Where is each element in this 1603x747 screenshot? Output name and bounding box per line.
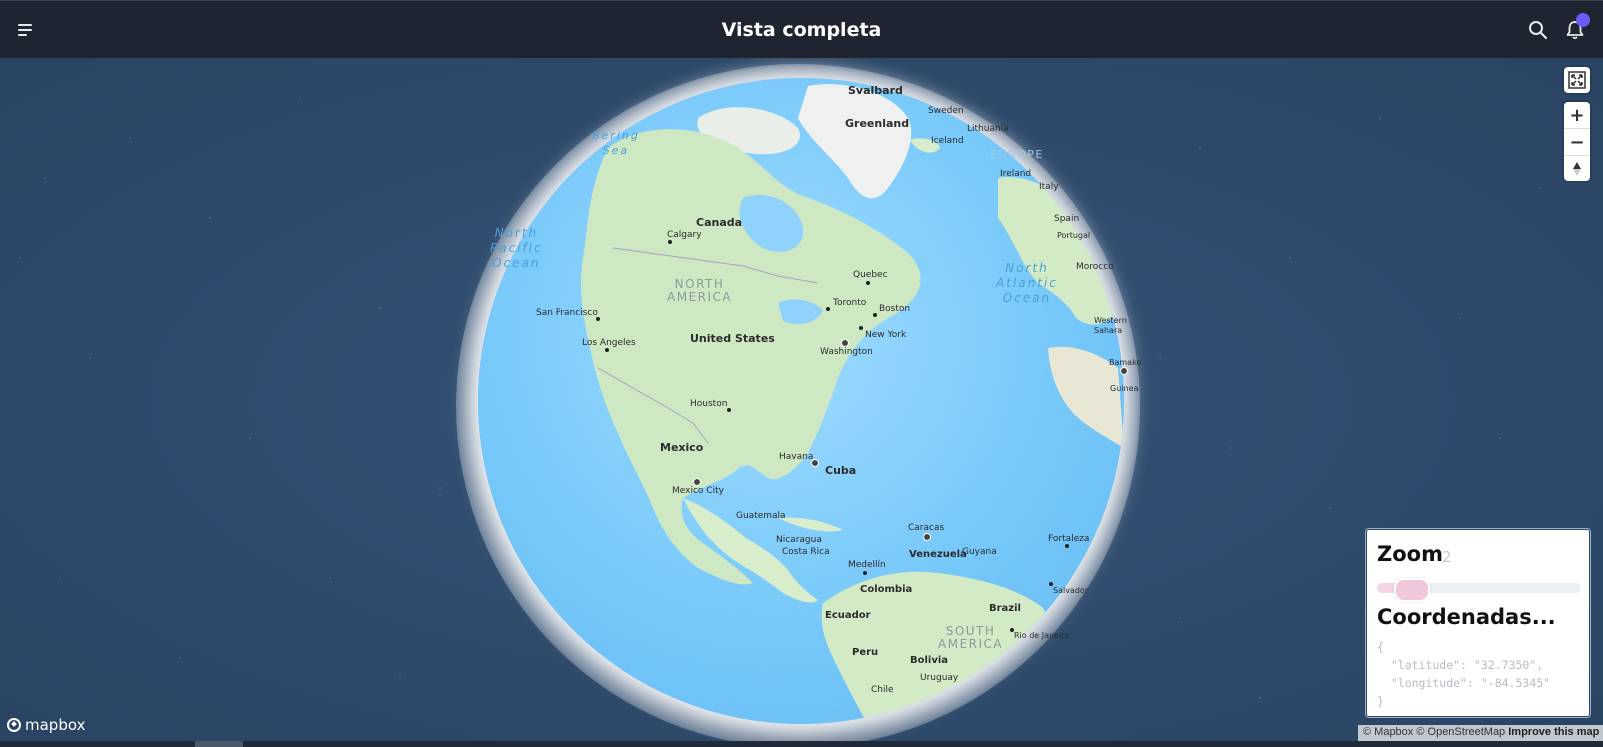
label-western-sahara: Western Sahara (1094, 316, 1127, 335)
mapbox-logo-icon (7, 718, 21, 732)
label-bering-sea: Bering Sea (592, 129, 640, 157)
label-mexico: Mexico (660, 441, 704, 454)
label-north-pacific-ocean: North Pacific Ocean (490, 226, 543, 270)
capital-dot (923, 533, 931, 541)
label-new-york: New York (865, 330, 907, 340)
search-icon[interactable] (1528, 20, 1548, 40)
label-spain: Spain (1054, 214, 1080, 224)
city-dot (866, 281, 870, 285)
label-north-atlantic-ocean: North Atlantic Ocean (996, 261, 1058, 305)
label-costa-rica: Costa Rica (782, 547, 830, 557)
label-mexico-city: Mexico City (672, 486, 724, 496)
mapbox-attribution-link[interactable]: © Mapbox (1363, 726, 1413, 738)
label-south-america: SOUTH AMERICA (938, 624, 1004, 651)
compass-button[interactable] (1564, 156, 1590, 182)
label-los-angeles: Los Angeles (582, 338, 636, 348)
zoom-in-button[interactable]: + (1564, 102, 1590, 128)
capital-dot (693, 478, 701, 486)
mapbox-logo[interactable]: mapbox (7, 716, 85, 734)
compass-icon (1573, 162, 1581, 176)
scrollbar-thumb[interactable] (195, 741, 243, 747)
label-italy: Italy (1039, 182, 1059, 192)
label-canada: Canada (696, 216, 743, 229)
city-dot (1065, 544, 1069, 548)
label-ireland: Ireland (1000, 169, 1032, 179)
fullscreen-button[interactable] (1564, 67, 1590, 93)
label-quebec: Quebec (853, 270, 888, 280)
label-united-states: United States (690, 332, 775, 345)
capital-dot (1120, 367, 1128, 375)
map-attribution: © Mapbox © OpenStreetMap Improve this ma… (1358, 725, 1603, 741)
top-bar: Vista completa (0, 0, 1603, 58)
label-brazil: Brazil (989, 603, 1021, 614)
label-guyana: Guyana (962, 547, 997, 557)
label-cuba: Cuba (825, 464, 857, 477)
capital-dot (841, 339, 849, 347)
label-chile: Chile (871, 685, 894, 695)
zoom-value: 2 (1442, 548, 1452, 566)
label-sweden: Sweden (928, 106, 964, 116)
label-san-francisco: San Francisco (536, 308, 598, 318)
fullscreen-icon (1564, 67, 1590, 93)
label-greenland: Greenland (845, 117, 910, 130)
label-boston: Boston (879, 304, 911, 314)
zoom-slider-thumb[interactable] (1394, 578, 1431, 602)
info-panel: Zoom 2 Coordenadas... { "latitude": "32.… (1366, 529, 1590, 717)
label-toronto: Toronto (833, 298, 867, 308)
label-morocco: Morocco (1076, 262, 1114, 272)
city-dot (859, 326, 863, 330)
city-dot (863, 571, 867, 575)
coordinates-label: Coordenadas... (1377, 605, 1556, 629)
city-dot (668, 240, 672, 244)
zoom-controls: + − (1564, 102, 1590, 181)
city-dot (826, 307, 830, 311)
label-guinea: Guinea (1110, 384, 1139, 393)
label-lithuania: Lithuania (967, 124, 1009, 134)
label-ecuador: Ecuador (825, 610, 871, 621)
label-calgary: Calgary (667, 230, 702, 240)
label-portugal: Portugal (1057, 231, 1091, 240)
label-nicaragua: Nicaragua (776, 535, 822, 545)
bottom-scrollbar[interactable] (0, 741, 1603, 747)
label-bamako: Bamako (1109, 358, 1142, 367)
label-north-america: NORTH AMERICA (667, 277, 733, 304)
label-peru: Peru (852, 647, 879, 658)
city-dot (727, 408, 731, 412)
label-colombia: Colombia (860, 584, 913, 595)
map-canvas[interactable]: Svalbard Greenland Sweden Lithuania Icel… (0, 58, 1603, 747)
label-europe: EUROPE (990, 148, 1044, 161)
zoom-label: Zoom (1377, 542, 1443, 566)
zoom-slider[interactable] (1377, 578, 1581, 602)
city-dot (873, 313, 877, 317)
label-guatemala: Guatemala (736, 511, 786, 521)
coordinates-json: { "latitude": "32.7350", "longitude": "-… (1377, 640, 1551, 708)
label-uruguay: Uruguay (920, 673, 959, 683)
label-salvador: Salvador (1053, 586, 1089, 595)
label-svalbard: Svalbard (848, 84, 903, 97)
label-rio-de-janeiro: Rio de Janeiro (1014, 631, 1070, 640)
zoom-out-button[interactable]: − (1564, 129, 1590, 155)
improve-map-link[interactable]: Improve this map (1508, 726, 1599, 738)
label-iceland: Iceland (931, 136, 964, 146)
mapbox-logo-text: mapbox (25, 716, 86, 734)
notification-badge (1576, 13, 1590, 27)
label-venezuela: Venezuela (909, 549, 967, 560)
page-title: Vista completa (721, 19, 882, 41)
label-medellin: Medellín (848, 560, 886, 570)
label-houston: Houston (690, 399, 728, 409)
osm-attribution-link[interactable]: © OpenStreetMap (1416, 726, 1505, 738)
label-caracas: Caracas (908, 523, 945, 533)
label-washington: Washington (820, 347, 873, 357)
label-fortaleza: Fortaleza (1048, 534, 1090, 544)
label-bolivia: Bolivia (910, 655, 949, 666)
label-havana: Havana (779, 452, 814, 462)
city-dot (605, 348, 609, 352)
